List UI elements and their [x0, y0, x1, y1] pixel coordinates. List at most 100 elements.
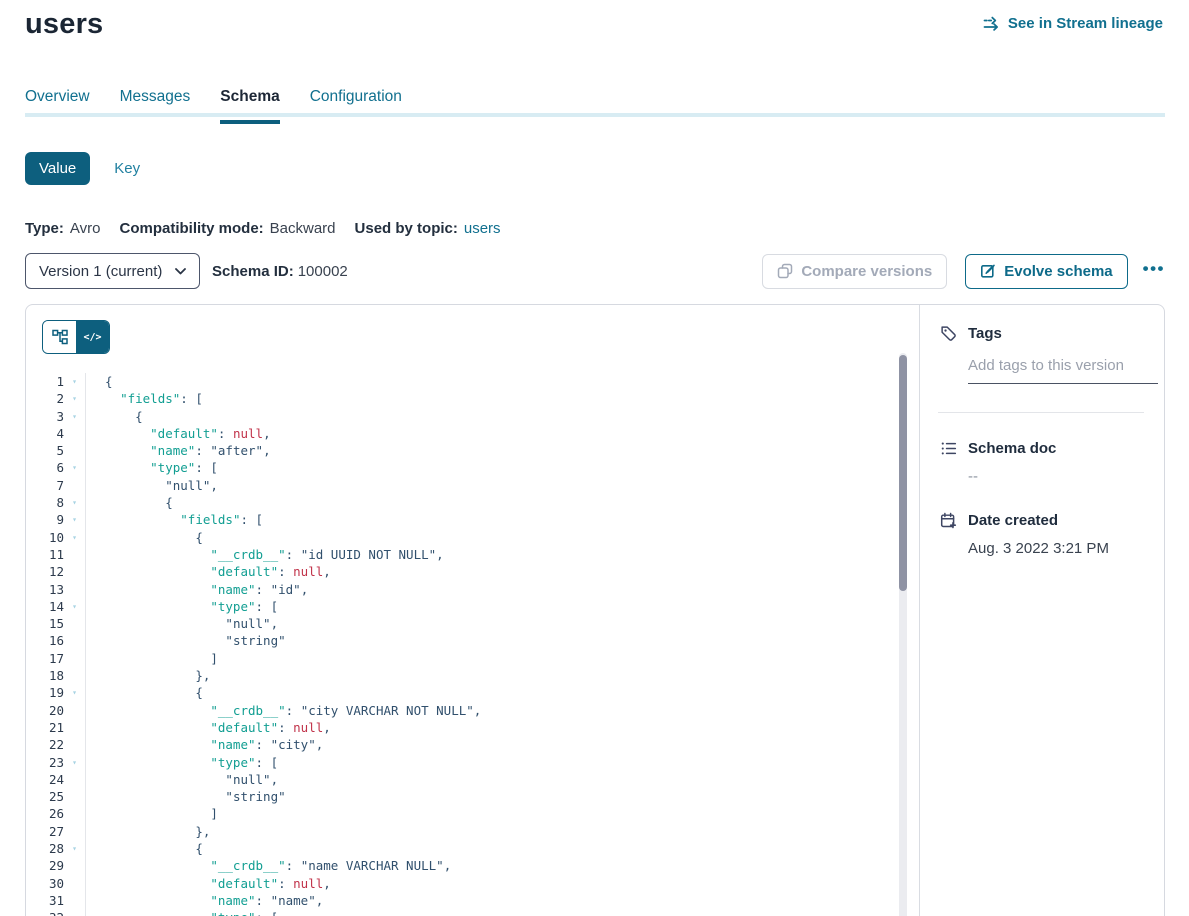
- code-line: 29 "__crdb__": "name VARCHAR NULL",: [26, 857, 895, 874]
- code-text: "name": "id",: [85, 581, 895, 598]
- code-line: 27 },: [26, 823, 895, 840]
- code-text: "fields": [: [85, 390, 895, 407]
- line-number: 15: [26, 615, 64, 632]
- fold-toggle-icon[interactable]: ▾: [64, 408, 85, 425]
- code-text: {: [85, 408, 895, 425]
- compare-icon: [777, 263, 793, 279]
- code-text: },: [85, 823, 895, 840]
- code-text: ]: [85, 805, 895, 822]
- fold-toggle-icon[interactable]: ▾: [64, 373, 85, 390]
- code-line: 15 "null",: [26, 615, 895, 632]
- editor-view-toggle: </>: [42, 320, 110, 354]
- code-line: 24 "null",: [26, 771, 895, 788]
- line-number: 7: [26, 477, 64, 494]
- code-view-icon: </>: [83, 332, 101, 343]
- line-number: 6: [26, 459, 64, 476]
- code-line: 9▾ "fields": [: [26, 511, 895, 528]
- meta-item: Used by topic:users: [355, 220, 501, 237]
- more-actions-button[interactable]: •••: [1143, 260, 1165, 283]
- version-select[interactable]: Version 1 (current): [25, 253, 200, 289]
- code-view-button[interactable]: </>: [76, 321, 109, 353]
- stream-lineage-link[interactable]: See in Stream lineage: [983, 15, 1163, 32]
- code-text: {: [85, 840, 895, 857]
- fold-toggle-icon[interactable]: ▾: [64, 390, 85, 407]
- meta-value: Backward: [270, 220, 336, 237]
- fold-toggle-icon[interactable]: ▾: [64, 754, 85, 771]
- fold-toggle-icon[interactable]: ▾: [64, 529, 85, 546]
- editor-scrollbar-thumb[interactable]: [899, 355, 907, 591]
- code-text: ]: [85, 650, 895, 667]
- code-line: 28▾ {: [26, 840, 895, 857]
- code-line: 22 "name": "city",: [26, 736, 895, 753]
- line-number: 18: [26, 667, 64, 684]
- code-text: "default": null,: [85, 563, 895, 580]
- line-number: 12: [26, 563, 64, 580]
- code-text: {: [85, 529, 895, 546]
- schema-id-label: Schema ID:: [212, 263, 294, 280]
- line-number: 13: [26, 581, 64, 598]
- line-number: 28: [26, 840, 64, 857]
- line-number: 24: [26, 771, 64, 788]
- fold-toggle-icon[interactable]: ▾: [64, 459, 85, 476]
- code-line: 30 "default": null,: [26, 875, 895, 892]
- schema-doc-value: --: [968, 468, 1140, 485]
- code-text: "default": null,: [85, 719, 895, 736]
- fold-toggle-icon[interactable]: ▾: [64, 511, 85, 528]
- code-line: 6▾ "type": [: [26, 459, 895, 476]
- key-tab-button[interactable]: Key: [114, 160, 140, 177]
- fold-toggle-icon[interactable]: ▾: [64, 840, 85, 857]
- evolve-schema-label: Evolve schema: [1004, 263, 1112, 280]
- editor-scrollbar[interactable]: [899, 353, 907, 916]
- fold-toggle-icon[interactable]: ▾: [64, 684, 85, 701]
- meta-value: Avro: [70, 220, 101, 237]
- code-lines: 1▾{2▾ "fields": [3▾ {4 "default": null,5…: [26, 373, 895, 916]
- fold-toggle-icon[interactable]: ▾: [64, 598, 85, 615]
- key-value-toggle: Value Key: [25, 152, 140, 185]
- fold-spacer: [64, 788, 85, 805]
- schema-id-value: 100002: [298, 263, 348, 280]
- compare-versions-button[interactable]: Compare versions: [762, 254, 947, 289]
- code-editor[interactable]: 1▾{2▾ "fields": [3▾ {4 "default": null,5…: [26, 373, 895, 916]
- line-number: 16: [26, 632, 64, 649]
- fold-toggle-icon[interactable]: ▾: [64, 494, 85, 511]
- code-text: },: [85, 667, 895, 684]
- fold-spacer: [64, 546, 85, 563]
- code-line: 23▾ "type": [: [26, 754, 895, 771]
- code-line: 2▾ "fields": [: [26, 390, 895, 407]
- meta-item: Type:Avro: [25, 220, 100, 237]
- code-text: "null",: [85, 771, 895, 788]
- line-number: 8: [26, 494, 64, 511]
- code-text: "name": "city",: [85, 736, 895, 753]
- fold-spacer: [64, 805, 85, 822]
- meta-value-link[interactable]: users: [464, 220, 501, 237]
- code-text: "null",: [85, 615, 895, 632]
- code-line: 7 "null",: [26, 477, 895, 494]
- code-line: 19▾ {: [26, 684, 895, 701]
- line-number: 9: [26, 511, 64, 528]
- line-number: 30: [26, 875, 64, 892]
- code-text: {: [85, 684, 895, 701]
- fold-spacer: [64, 563, 85, 580]
- fold-spacer: [64, 892, 85, 909]
- code-line: 12 "default": null,: [26, 563, 895, 580]
- code-text: {: [85, 494, 895, 511]
- list-icon: [940, 440, 957, 457]
- code-line: 3▾ {: [26, 408, 895, 425]
- line-number: 20: [26, 702, 64, 719]
- fold-toggle-icon[interactable]: ▾: [64, 909, 85, 916]
- code-line: 18 },: [26, 667, 895, 684]
- schema-meta-row: Type:AvroCompatibility mode:BackwardUsed…: [25, 220, 501, 237]
- version-select-value: Version 1 (current): [39, 263, 162, 280]
- tree-view-button[interactable]: [43, 321, 76, 353]
- fold-spacer: [64, 736, 85, 753]
- value-tab-button[interactable]: Value: [25, 152, 90, 185]
- add-tags-input[interactable]: [968, 357, 1158, 384]
- code-text: {: [85, 373, 895, 390]
- fold-spacer: [64, 632, 85, 649]
- code-text: "__crdb__": "name VARCHAR NULL",: [85, 857, 895, 874]
- fold-spacer: [64, 650, 85, 667]
- evolve-schema-button[interactable]: Evolve schema: [965, 254, 1127, 289]
- line-number: 31: [26, 892, 64, 909]
- fold-spacer: [64, 581, 85, 598]
- code-text: "type": [: [85, 909, 895, 916]
